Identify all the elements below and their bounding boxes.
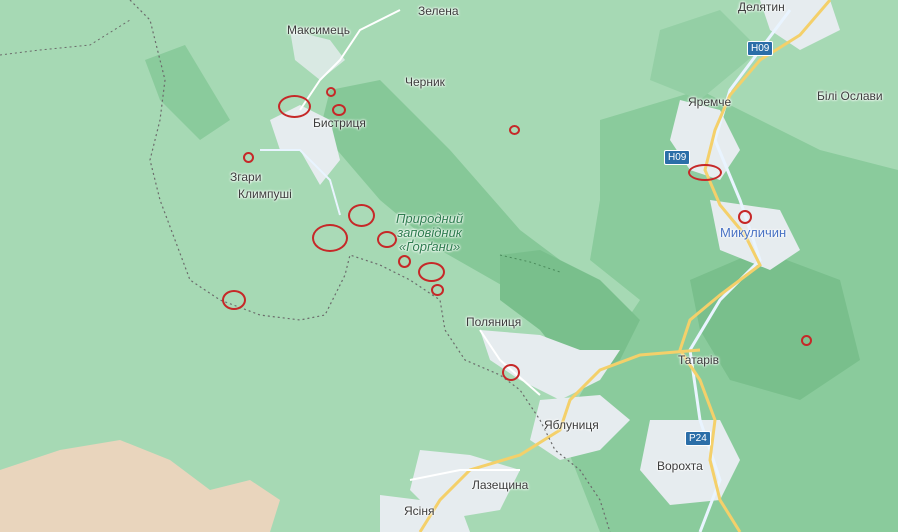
marker-circle[interactable] bbox=[348, 204, 375, 227]
place-label-klympushi: Климпуші bbox=[238, 187, 292, 201]
marker-circle[interactable] bbox=[312, 224, 348, 252]
marker-circle[interactable] bbox=[509, 125, 520, 135]
map-base-layer bbox=[0, 0, 898, 532]
place-label-delyatyn: Делятин bbox=[738, 0, 785, 14]
marker-circle[interactable] bbox=[377, 231, 397, 248]
place-label-yablunytsia: Яблуниця bbox=[544, 418, 599, 432]
marker-circle[interactable] bbox=[278, 95, 311, 118]
marker-circle[interactable] bbox=[332, 104, 346, 116]
marker-circle[interactable] bbox=[431, 284, 444, 296]
marker-circle[interactable] bbox=[398, 255, 411, 268]
reserve-label: Природний заповідник «Ґорґани» bbox=[396, 212, 463, 254]
place-label-mykulychyn: Микуличин bbox=[720, 225, 787, 240]
place-label-yasinia: Ясіня bbox=[404, 504, 435, 518]
place-label-chernyk: Черник bbox=[405, 75, 445, 89]
road-shield-p24: P24 bbox=[685, 431, 711, 446]
marker-circle[interactable] bbox=[688, 164, 722, 181]
place-label-bystrytsia: Бистриця bbox=[313, 116, 366, 130]
road-shield-h09-south: H09 bbox=[664, 150, 691, 165]
place-label-yaremche: Яремче bbox=[688, 95, 732, 109]
map-canvas[interactable]: H09 H09 P24 Зелена Делятин Максимець Чер… bbox=[0, 0, 898, 532]
place-label-lazeshchyna: Лазещина bbox=[472, 478, 529, 492]
place-label-vorokhta: Ворохта bbox=[657, 459, 703, 473]
marker-circle[interactable] bbox=[738, 210, 752, 224]
place-label-zelena: Зелена bbox=[418, 4, 459, 18]
place-label-polianytsia: Поляниця bbox=[466, 315, 522, 329]
place-label-bili-oslavy: Білі Ослави bbox=[817, 89, 883, 103]
marker-circle[interactable] bbox=[326, 87, 336, 97]
place-label-maksymets: Максимець bbox=[287, 23, 350, 37]
marker-circle[interactable] bbox=[801, 335, 812, 346]
marker-circle[interactable] bbox=[243, 152, 254, 163]
place-label-zgary: Згари bbox=[230, 170, 262, 184]
reserve-label-line3: «Ґорґани» bbox=[398, 239, 461, 254]
marker-circle[interactable] bbox=[222, 290, 246, 310]
marker-circle[interactable] bbox=[418, 262, 445, 282]
road-shield-h09-north: H09 bbox=[747, 41, 774, 56]
reserve-label-line1: Природний bbox=[396, 211, 464, 226]
reserve-label-line2: заповідник bbox=[397, 225, 462, 240]
place-label-tatariv: Татарів bbox=[678, 353, 719, 367]
marker-circle[interactable] bbox=[502, 364, 520, 381]
